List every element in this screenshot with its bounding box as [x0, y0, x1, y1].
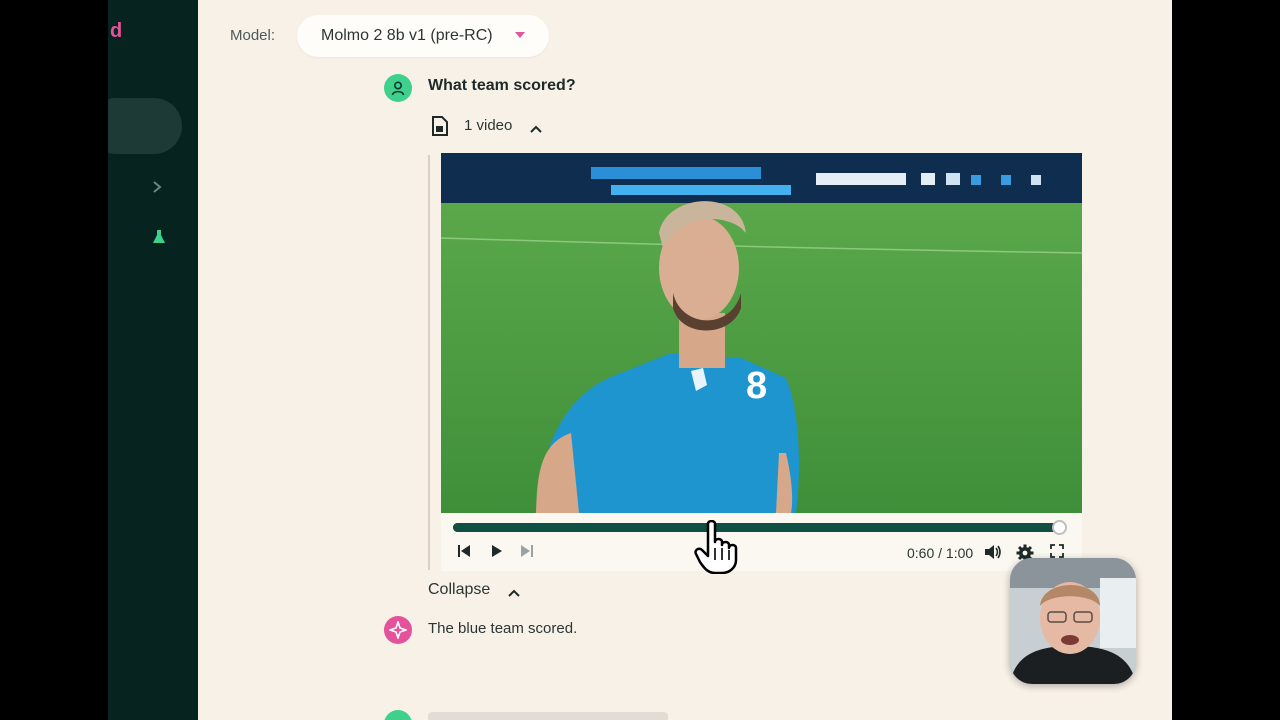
progress-fill — [453, 523, 1059, 532]
svg-text:8: 8 — [746, 365, 767, 407]
flask-icon[interactable] — [152, 229, 166, 245]
attachment-label: 1 video — [464, 117, 513, 134]
next-message-avatar — [384, 710, 412, 720]
skip-back-icon[interactable] — [457, 544, 471, 563]
attachment-toggle[interactable]: 1 video — [428, 114, 558, 138]
sidebar: d — [108, 0, 198, 720]
letterbox-right — [1172, 0, 1280, 720]
video-player[interactable]: 8 0:60 / 1:00 — [441, 153, 1082, 571]
assistant-answer: The blue team scored. — [428, 620, 578, 637]
file-icon — [431, 116, 449, 141]
progress-bar[interactable] — [453, 520, 1067, 535]
thread-line — [428, 155, 430, 570]
hand-pointer-cursor-icon — [694, 519, 740, 579]
chevron-right-icon[interactable] — [152, 180, 162, 199]
volume-icon[interactable] — [984, 544, 1002, 565]
model-select-value: Molmo 2 8b v1 (pre-RC) — [321, 27, 493, 44]
skip-forward-icon[interactable] — [520, 544, 534, 563]
user-question: What team scored? — [428, 77, 576, 94]
time-display: 0:60 / 1:00 — [907, 545, 974, 561]
letterbox-left — [0, 0, 108, 720]
user-icon — [391, 81, 405, 96]
assistant-avatar — [384, 616, 412, 644]
collapse-label: Collapse — [428, 581, 491, 598]
chevron-up-icon — [508, 584, 520, 602]
caret-down-icon — [515, 32, 525, 38]
sparkle-icon — [389, 621, 407, 639]
next-message-text — [428, 712, 668, 720]
user-avatar — [384, 74, 412, 102]
chevron-up-icon — [530, 120, 542, 138]
webcam-overlay — [1010, 558, 1136, 684]
app-logo: d — [110, 20, 123, 42]
model-label: Model: — [230, 27, 276, 44]
progress-thumb[interactable] — [1051, 520, 1067, 535]
video-frame[interactable]: 8 — [441, 153, 1082, 513]
collapse-button[interactable]: Collapse — [428, 578, 538, 602]
play-icon[interactable] — [490, 544, 504, 563]
model-select[interactable]: Molmo 2 8b v1 (pre-RC) — [297, 15, 549, 57]
sidebar-new-chat-button[interactable] — [108, 98, 182, 154]
